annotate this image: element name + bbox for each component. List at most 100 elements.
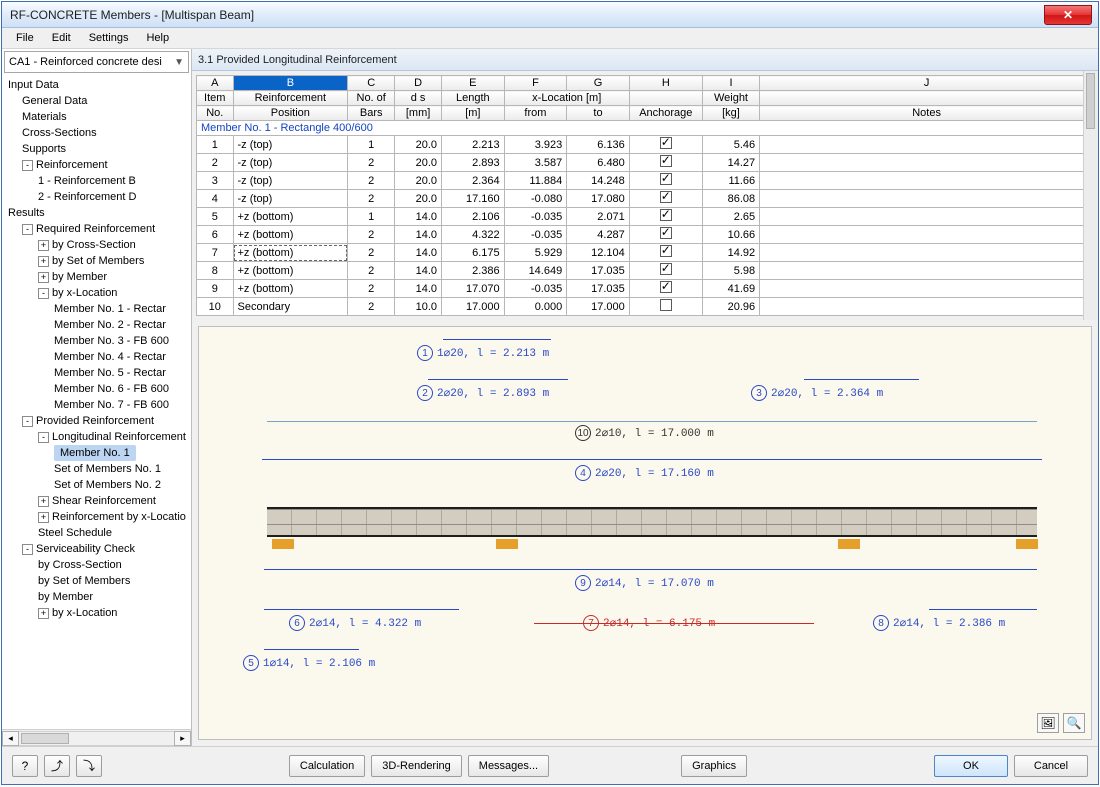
checkbox-icon[interactable]: [660, 299, 672, 311]
tree-item[interactable]: Member No. 4 - Rectar: [6, 349, 191, 365]
expando-icon[interactable]: -: [22, 416, 33, 427]
col-header[interactable]: Bars: [348, 106, 395, 121]
table-row[interactable]: 9+z (bottom)214.017.070-0.03517.03541.69: [197, 280, 1094, 298]
checkbox-icon[interactable]: [660, 209, 672, 221]
calculation-button[interactable]: Calculation: [289, 755, 365, 777]
tree-item[interactable]: +by Cross-Section: [6, 237, 191, 253]
table-row[interactable]: 3-z (top)220.02.36411.88414.24811.66: [197, 172, 1094, 190]
col-letter[interactable]: F: [504, 76, 567, 91]
prev-icon[interactable]: ⤴: [44, 755, 70, 777]
col-header[interactable]: [m]: [442, 106, 505, 121]
checkbox-icon[interactable]: [660, 263, 672, 275]
scroll-left-icon[interactable]: ◂: [2, 731, 19, 746]
menu-file[interactable]: File: [8, 30, 42, 46]
menu-edit[interactable]: Edit: [44, 30, 79, 46]
tree-item[interactable]: -by x-Location: [6, 285, 191, 301]
col-header[interactable]: Weight: [702, 91, 759, 106]
tree-item[interactable]: Set of Members No. 1: [6, 461, 191, 477]
expando-icon[interactable]: +: [38, 496, 49, 507]
tree-item[interactable]: 1 - Reinforcement B: [6, 173, 191, 189]
tree-item[interactable]: Materials: [6, 109, 191, 125]
cancel-button[interactable]: Cancel: [1014, 755, 1088, 777]
table-row[interactable]: 6+z (bottom)214.04.322-0.0354.28710.66: [197, 226, 1094, 244]
col-header[interactable]: Position: [233, 106, 348, 121]
tree-item[interactable]: +Reinforcement by x-Locatio: [6, 509, 191, 525]
expando-icon[interactable]: -: [38, 432, 49, 443]
table-row[interactable]: 8+z (bottom)214.02.38614.64917.0355.98: [197, 262, 1094, 280]
checkbox-icon[interactable]: [660, 281, 672, 293]
expando-icon[interactable]: -: [38, 288, 49, 299]
tree-item[interactable]: -Serviceability Check: [6, 541, 191, 557]
col-letter[interactable]: I: [702, 76, 759, 91]
col-letter[interactable]: H: [629, 76, 702, 91]
col-header[interactable]: [760, 91, 1094, 106]
tree-h-scrollbar[interactable]: ◂ ▸: [2, 729, 191, 746]
checkbox-icon[interactable]: [660, 173, 672, 185]
col-header[interactable]: No. of: [348, 91, 395, 106]
col-letter[interactable]: G: [567, 76, 630, 91]
expando-icon[interactable]: +: [38, 272, 49, 283]
anchorage-check[interactable]: [629, 136, 702, 154]
rendering-button[interactable]: 3D-Rendering: [371, 755, 461, 777]
col-header[interactable]: Reinforcement: [233, 91, 348, 106]
checkbox-icon[interactable]: [660, 155, 672, 167]
expando-icon[interactable]: -: [22, 224, 33, 235]
checkbox-icon[interactable]: [660, 191, 672, 203]
col-header[interactable]: d s: [395, 91, 442, 106]
tree-item[interactable]: Member No. 2 - Rectar: [6, 317, 191, 333]
table-row[interactable]: 7+z (bottom)214.06.1755.92912.10414.92: [197, 244, 1094, 262]
expando-icon[interactable]: +: [38, 608, 49, 619]
zoom-icon[interactable]: 🔍: [1063, 713, 1085, 733]
col-letter[interactable]: C: [348, 76, 395, 91]
tree-item[interactable]: Member No. 6 - FB 600: [6, 381, 191, 397]
navigator-tree[interactable]: Input DataGeneral DataMaterialsCross-Sec…: [2, 75, 191, 729]
anchorage-check[interactable]: [629, 154, 702, 172]
tree-item[interactable]: -Required Reinforcement: [6, 221, 191, 237]
anchorage-check[interactable]: [629, 172, 702, 190]
messages-button[interactable]: Messages...: [468, 755, 549, 777]
anchorage-check[interactable]: [629, 244, 702, 262]
tree-item[interactable]: -Reinforcement: [6, 157, 191, 173]
ok-button[interactable]: OK: [934, 755, 1008, 777]
col-header[interactable]: [629, 91, 702, 106]
scroll-thumb[interactable]: [21, 733, 69, 744]
tree-item[interactable]: General Data: [6, 93, 191, 109]
help-icon[interactable]: ?: [12, 755, 38, 777]
tree-item[interactable]: +by Set of Members: [6, 253, 191, 269]
menu-settings[interactable]: Settings: [81, 30, 137, 46]
tree-item[interactable]: Steel Schedule: [6, 525, 191, 541]
col-letter[interactable]: D: [395, 76, 442, 91]
tree-item[interactable]: +Shear Reinforcement: [6, 493, 191, 509]
scroll-right-icon[interactable]: ▸: [174, 731, 191, 746]
table-row[interactable]: 5+z (bottom)114.02.106-0.0352.0712.65: [197, 208, 1094, 226]
col-header[interactable]: Notes: [760, 106, 1094, 121]
anchorage-check[interactable]: [629, 226, 702, 244]
reinforcement-grid[interactable]: ABCDEFGHIJItemReinforcementNo. ofd sLeng…: [196, 75, 1094, 316]
menu-help[interactable]: Help: [138, 30, 177, 46]
tree-item[interactable]: by Set of Members: [6, 573, 191, 589]
col-header[interactable]: Anchorage: [629, 106, 702, 121]
anchorage-check[interactable]: [629, 190, 702, 208]
tree-item[interactable]: Member No. 5 - Rectar: [6, 365, 191, 381]
col-header[interactable]: Item: [197, 91, 234, 106]
anchorage-check[interactable]: [629, 262, 702, 280]
col-letter[interactable]: E: [442, 76, 505, 91]
anchorage-check[interactable]: [629, 208, 702, 226]
next-icon[interactable]: ⤵: [76, 755, 102, 777]
expando-icon[interactable]: +: [38, 256, 49, 267]
anchorage-check[interactable]: [629, 298, 702, 316]
col-header[interactable]: [kg]: [702, 106, 759, 121]
col-letter[interactable]: B: [233, 76, 348, 91]
tree-item[interactable]: Results: [6, 205, 191, 221]
tree-item[interactable]: by Member: [6, 589, 191, 605]
col-header[interactable]: No.: [197, 106, 234, 121]
print-icon[interactable]: 🖼: [1037, 713, 1059, 733]
tree-item[interactable]: Input Data: [6, 77, 191, 93]
tree-item[interactable]: Member No. 3 - FB 600: [6, 333, 191, 349]
scroll-track[interactable]: [19, 731, 174, 746]
tree-item[interactable]: -Longitudinal Reinforcement: [6, 429, 191, 445]
tree-item[interactable]: Member No. 1: [6, 445, 191, 461]
tree-item[interactable]: +by x-Location: [6, 605, 191, 621]
tree-item[interactable]: by Cross-Section: [6, 557, 191, 573]
table-row[interactable]: 1-z (top)120.02.2133.9236.1365.46: [197, 136, 1094, 154]
